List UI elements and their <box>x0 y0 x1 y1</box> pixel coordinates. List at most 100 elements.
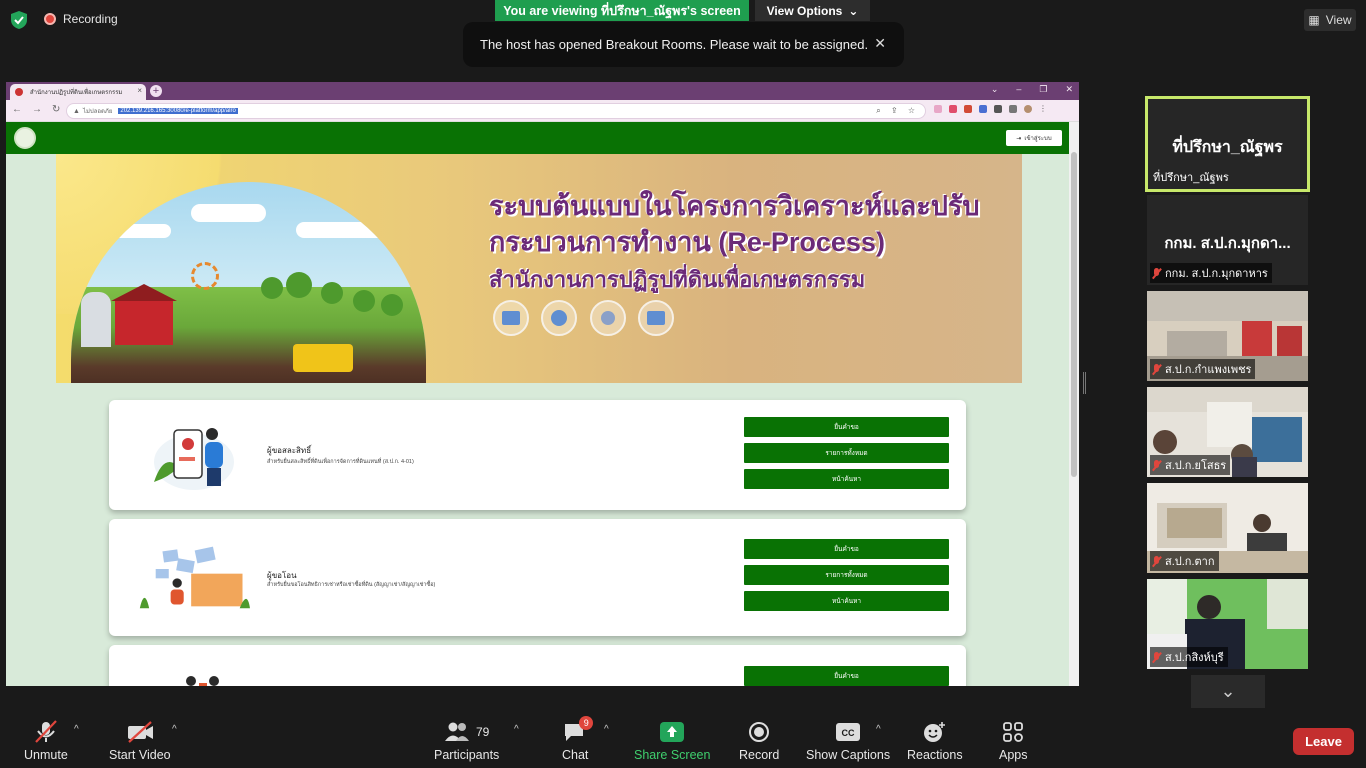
barn <box>111 284 177 345</box>
view-options-label: View Options <box>766 3 843 18</box>
extension-icons[interactable]: ⋮ <box>934 105 1047 113</box>
submit-request-button[interactable]: ยื่นคำขอ <box>744 666 949 686</box>
browser-tab[interactable]: สำนักงานปฏิรูปที่ดินเพื่อเกษตรกรรม × <box>10 84 146 100</box>
hero-banner: ระบบต้นแบบในโครงการวิเคราะห์และปรับ กระบ… <box>56 154 1022 383</box>
windmill <box>191 262 219 290</box>
view-button[interactable]: ▦ View <box>1304 9 1356 31</box>
back-icon[interactable]: ← <box>12 104 22 115</box>
audio-options-caret-icon[interactable]: ^ <box>74 724 79 735</box>
alro-logo <box>14 127 36 149</box>
share-screen-icon <box>660 720 685 744</box>
leave-button[interactable]: Leave <box>1293 728 1354 755</box>
menu-icon[interactable]: ⋮ <box>1039 105 1047 113</box>
warning-icon: ▲ <box>73 107 80 115</box>
participant-tile[interactable]: ส.ป.ก.ตาก <box>1147 483 1308 573</box>
participant-tile[interactable]: ส.ป.ก.กำแพงเพชร <box>1147 291 1308 381</box>
tab-search-icon[interactable]: ⌄ <box>991 84 999 95</box>
participant-tile[interactable]: ส.ป.ก.ยโสธร <box>1147 387 1308 477</box>
all-items-button[interactable]: รายการทั้งหมด <box>744 565 949 585</box>
profile-avatar[interactable] <box>1024 105 1032 113</box>
globe-icon <box>541 300 577 336</box>
reload-icon[interactable]: ↻ <box>52 104 60 115</box>
scrollbar-thumb[interactable] <box>1071 152 1077 477</box>
all-items-button[interactable]: รายการทั้งหมด <box>744 443 949 463</box>
more-participants-chevron-icon[interactable]: ⌄ <box>1191 675 1265 708</box>
close-icon[interactable]: ✕ <box>874 35 886 52</box>
participant-name: ที่ปรึกษา_ณัฐพร <box>1153 172 1229 184</box>
captions-caret-icon[interactable]: ^ <box>876 724 881 735</box>
submit-request-button[interactable]: ยื่นคำขอ <box>744 417 949 437</box>
url-text: 202.139.216.165:30080/e-platform/app/alr… <box>118 108 238 114</box>
participants-caret-icon[interactable]: ^ <box>514 724 519 735</box>
participants-label: Participants <box>434 748 500 762</box>
tree <box>353 290 375 312</box>
security-shield-icon[interactable] <box>10 10 28 30</box>
recording-indicator[interactable]: Recording <box>44 12 118 26</box>
record-button[interactable]: Record <box>739 720 779 762</box>
participants-button[interactable]: 79 Participants <box>434 720 499 762</box>
search-page-button[interactable]: หน้าค้นหา <box>744 469 949 489</box>
share-screen-label: Share Screen <box>634 748 711 762</box>
mic-muted-icon <box>33 720 59 744</box>
tab-title: สำนักงานปฏิรูปที่ดินเพื่อเกษตรกรรม <box>30 90 123 96</box>
extension-icon[interactable] <box>949 105 957 113</box>
participant-name-large: ที่ปรึกษา_ณัฐพร <box>1172 139 1283 156</box>
service-card-transfer: ผู้ขอโอน สำหรับยื่นขอโอนสิทธิการเช่าหรือ… <box>109 519 966 636</box>
view-label: View <box>1325 13 1352 27</box>
puzzle-icon[interactable] <box>994 105 1002 113</box>
close-tab-icon[interactable]: × <box>137 86 142 95</box>
grid-icon: ▦ <box>1308 13 1320 27</box>
video-options-caret-icon[interactable]: ^ <box>172 724 177 735</box>
tree <box>286 272 312 298</box>
tractor <box>293 344 353 372</box>
omnibox-icons[interactable]: ⌕ ⇪ ☆ <box>876 106 919 116</box>
start-video-button[interactable]: Start Video <box>109 720 171 762</box>
reactions-button[interactable]: Reactions <box>907 720 963 762</box>
chat-caret-icon[interactable]: ^ <box>604 724 609 735</box>
extension-icon[interactable] <box>964 105 972 113</box>
close-window-icon[interactable]: ✕ <box>1065 84 1073 95</box>
minimize-icon[interactable]: – <box>1016 84 1021 95</box>
silo <box>81 292 111 347</box>
forward-icon[interactable]: → <box>32 104 42 115</box>
search-page-button[interactable]: หน้าค้นหา <box>744 591 949 611</box>
sidepanel-icon[interactable] <box>1009 105 1017 113</box>
new-tab-icon[interactable]: + <box>150 85 162 97</box>
unmute-button[interactable]: Unmute <box>24 720 68 762</box>
extension-icon[interactable] <box>934 105 942 113</box>
apps-button[interactable]: Apps <box>999 720 1028 762</box>
participant-label: กกม. ส.ป.ก.มุกดาหาร <box>1150 263 1272 283</box>
participants-icon: 79 <box>444 720 489 744</box>
login-icon: ⇥ <box>1016 135 1022 142</box>
gear-icon <box>590 300 626 336</box>
participant-name-large: กกม. ส.ป.ก.มุกดา... <box>1164 235 1291 252</box>
extension-icon[interactable] <box>979 105 987 113</box>
third-card-illustration <box>186 676 219 686</box>
url-field[interactable]: ▲ ไม่ปลอดภัย 202.139.216.165:30080/e-pla… <box>66 103 926 119</box>
view-options-button[interactable]: View Options ⌄ <box>755 0 870 21</box>
participant-tile[interactable]: กกม. ส.ป.ก.มุกดา... กกม. ส.ป.ก.มุกดาหาร <box>1147 195 1308 285</box>
service-card-waive-rights: ผู้ขอสละสิทธิ์ สำหรับยื่นสละสิทธิ์ที่ดิน… <box>109 400 966 510</box>
browser-tab-bar: สำนักงานปฏิรูปที่ดินเพื่อเกษตรกรรม × + ⌄… <box>6 82 1079 100</box>
tree <box>321 282 343 304</box>
banner-subtitle: สำนักงานการปฏิรูปที่ดินเพื่อเกษตรกรรม <box>489 267 866 292</box>
mic-muted-icon <box>1152 459 1161 471</box>
panel-resize-handle[interactable] <box>1083 372 1086 394</box>
chat-button[interactable]: 9 Chat <box>562 716 594 762</box>
recording-label: Recording <box>63 12 118 26</box>
participant-name: ส.ป.ก.ยโสธร <box>1165 460 1227 472</box>
record-label: Record <box>739 748 780 762</box>
participant-tile[interactable]: ส.ป.กสิงห์บุรี <box>1147 579 1308 669</box>
transfer-illustration <box>139 546 250 609</box>
login-button[interactable]: ⇥ เข้าสู่ระบบ <box>1006 130 1062 146</box>
record-icon <box>748 720 770 744</box>
submit-request-button[interactable]: ยื่นคำขอ <box>744 539 949 559</box>
participant-tile-active[interactable]: ที่ปรึกษา_ณัฐพร ที่ปรึกษา_ณัฐพร <box>1145 96 1310 192</box>
shared-screen: สำนักงานปฏิรูปที่ดินเพื่อเกษตรกรรม × + ⌄… <box>6 82 1079 686</box>
smiley-icon <box>923 720 947 744</box>
recording-dot-icon <box>44 13 56 25</box>
chevron-down-icon: ⌄ <box>848 3 859 18</box>
share-screen-button[interactable]: Share Screen <box>634 720 710 762</box>
restore-icon[interactable]: ❐ <box>1039 84 1047 95</box>
cloud <box>296 222 391 238</box>
